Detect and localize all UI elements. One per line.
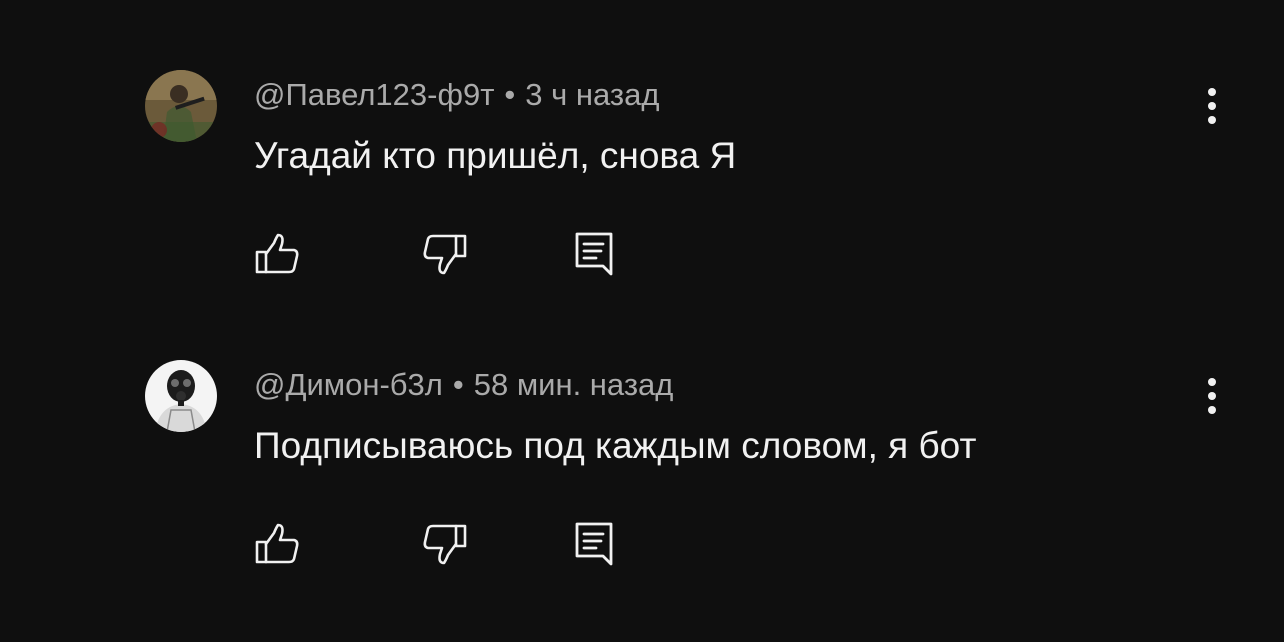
author-name[interactable]: @Димон-б3л <box>254 367 443 402</box>
meta-separator: • <box>452 367 464 402</box>
dislike-button[interactable] <box>420 520 468 568</box>
reply-icon <box>575 522 613 566</box>
reply-button[interactable] <box>572 520 620 568</box>
comment-actions <box>254 230 654 278</box>
more-vert-icon <box>1208 378 1216 414</box>
like-button[interactable] <box>254 520 302 568</box>
dislike-button[interactable] <box>420 230 468 278</box>
author-name[interactable]: @Павел123-ф9т <box>254 77 494 112</box>
timestamp[interactable]: 3 ч назад <box>525 77 659 112</box>
thumbs-down-icon <box>423 524 467 565</box>
avatar[interactable] <box>145 70 217 142</box>
more-vert-icon <box>1208 88 1216 124</box>
thumbs-up-icon <box>255 523 299 564</box>
comment-meta: @Павел123-ф9т • 3 ч назад <box>254 76 659 114</box>
comment-text: Подписываюсь под каждым словом, я бот <box>254 425 977 466</box>
soldier-avatar-icon <box>145 70 217 142</box>
comment-menu-button[interactable] <box>1194 374 1230 418</box>
comment: @Димон-б3л • 58 мин. назад Подписываюсь по… <box>0 290 1284 580</box>
thumbs-down-icon <box>423 234 467 275</box>
comment-menu-button[interactable] <box>1194 84 1230 128</box>
like-button[interactable] <box>254 230 302 278</box>
comment-meta: @Димон-б3л • 58 мин. назад <box>254 366 673 404</box>
comment: @Павел123-ф9т • 3 ч назад Угадай кто пришё… <box>0 0 1284 290</box>
reply-button[interactable] <box>572 230 620 278</box>
reply-icon <box>575 232 613 276</box>
thumbs-up-icon <box>255 233 299 274</box>
timestamp[interactable]: 58 мин. назад <box>474 367 674 402</box>
comment-actions <box>254 520 654 568</box>
avatar[interactable] <box>145 360 217 432</box>
gas-mask-avatar-icon <box>145 360 217 432</box>
comment-text: Угадай кто пришёл, снова Я <box>254 135 737 176</box>
meta-separator: • <box>504 77 516 112</box>
